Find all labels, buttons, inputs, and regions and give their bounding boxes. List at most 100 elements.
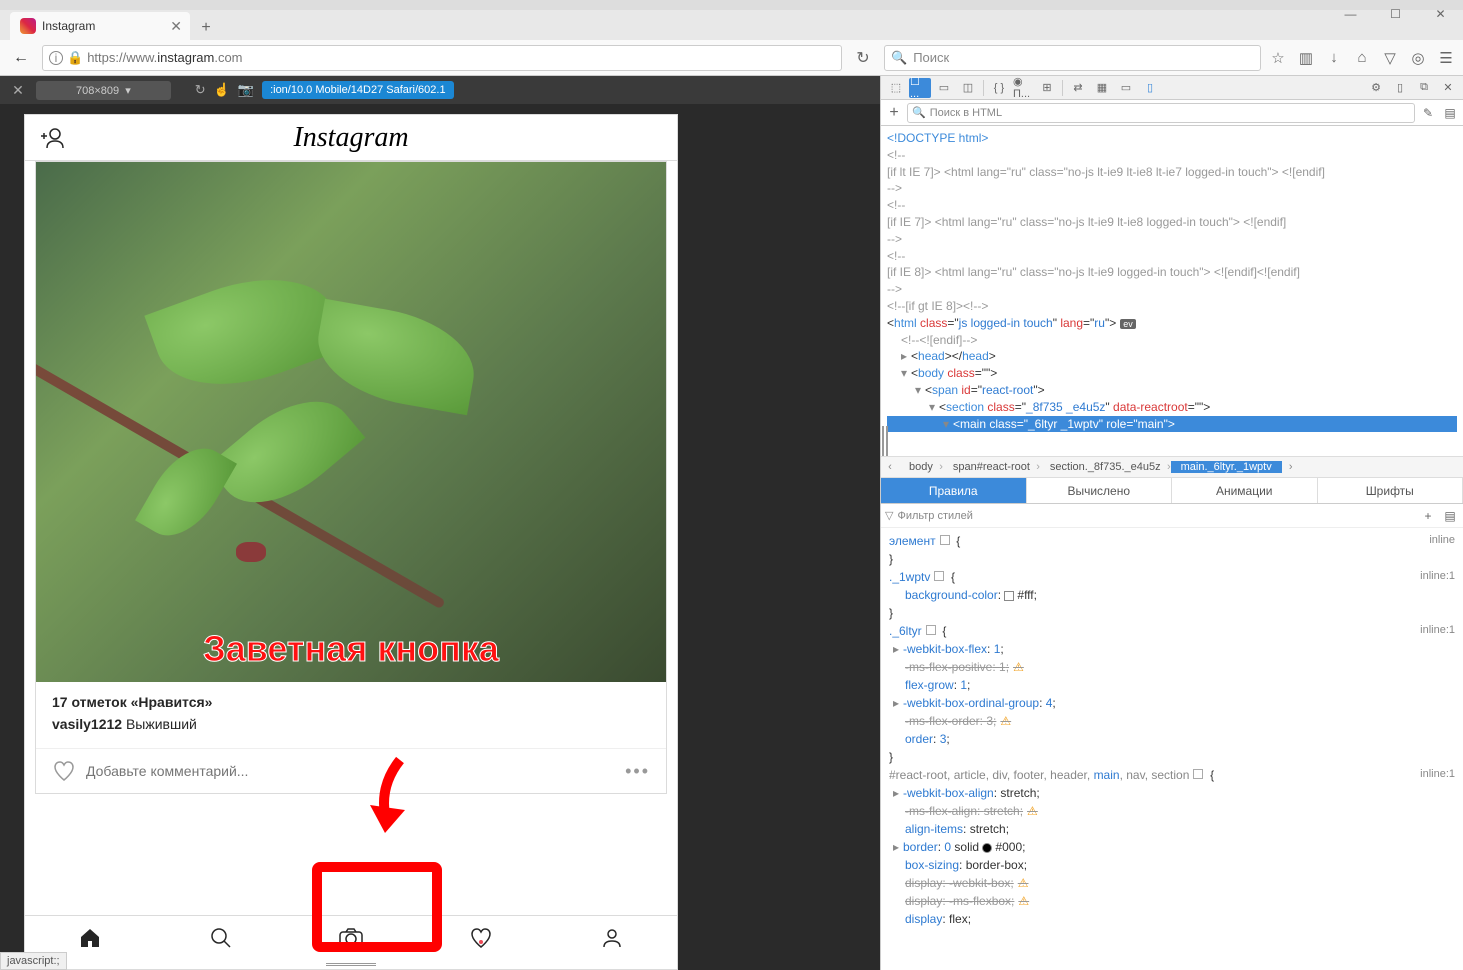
breadcrumb-prev-icon[interactable]: ‹	[881, 461, 899, 473]
breadcrumb-next-icon[interactable]: ›	[1282, 461, 1300, 473]
tab-bar: Instagram ✕ +	[0, 10, 1463, 40]
inspector-pick-icon[interactable]: ⬚	[885, 78, 907, 98]
post-image[interactable]: Заветная кнопка	[36, 162, 666, 682]
close-tab-icon[interactable]: ✕	[170, 18, 182, 35]
html-search-input[interactable]: 🔍 Поиск в HTML	[907, 103, 1415, 123]
nav-activity-icon[interactable]	[467, 924, 495, 952]
instagram-favicon-icon	[20, 18, 36, 34]
breadcrumb-item[interactable]: body	[899, 461, 943, 473]
url-bar: ← i 🔒 https://www.instagram.com ↻ 🔍 Поис…	[0, 40, 1463, 76]
rdm-close-button[interactable]: ✕	[8, 82, 28, 99]
rotate-icon[interactable]: ↻	[195, 82, 206, 98]
minimize-button[interactable]: —	[1328, 0, 1373, 28]
pocket-icon[interactable]: ▽	[1381, 49, 1399, 67]
search-icon: 🔍	[891, 50, 907, 66]
touch-icon[interactable]: ☝	[214, 82, 230, 98]
dock-popout-icon[interactable]: ⧉	[1413, 78, 1435, 98]
back-button[interactable]: ←	[8, 45, 34, 71]
nav-camera-icon[interactable]	[337, 924, 365, 952]
nav-search-icon[interactable]	[207, 924, 235, 952]
nav-home-icon[interactable]	[76, 924, 104, 952]
search-icon: 🔍	[912, 106, 926, 119]
breadcrumb-item[interactable]: section._8f735._e4u5z	[1040, 461, 1171, 473]
info-icon[interactable]: i	[49, 51, 63, 65]
instagram-feed[interactable]: Заветная кнопка 17 отметок «Нравится» va…	[25, 161, 677, 915]
console-tab-icon[interactable]: ▭	[933, 78, 955, 98]
status-bar: javascript:;	[0, 952, 67, 970]
devtools-close-icon[interactable]: ✕	[1437, 78, 1459, 98]
toggle-classes-icon[interactable]: ▤	[1441, 507, 1459, 525]
performance-icon[interactable]: ◉ П...	[1012, 78, 1034, 98]
annotation-label: Заветная кнопка	[203, 628, 499, 670]
instagram-header: Instagram	[25, 115, 677, 161]
subtab-fonts[interactable]: Шрифты	[1318, 478, 1463, 503]
dock-side-icon[interactable]: ▯	[1389, 78, 1411, 98]
style-editor-icon[interactable]: { }	[988, 78, 1010, 98]
url-text: https://www.instagram.com	[87, 50, 242, 65]
rdm-toolbar: ✕ 708×809 ▾ ↻ ☝ 📷 :ion/10.0 Mobile/14D27…	[0, 76, 880, 104]
maximize-button[interactable]: ☐	[1373, 0, 1418, 28]
devtools-search-row: + 🔍 Поиск в HTML ✎ ▤	[881, 100, 1463, 126]
accessibility-icon[interactable]: ▭	[1115, 78, 1137, 98]
close-window-button[interactable]: ✕	[1418, 0, 1463, 28]
settings-gear-icon[interactable]: ⚙	[1365, 78, 1387, 98]
devtools-toolbar: ⬚ ☐ ... ▭ ◫ { } ◉ П... ⊞ ⇄ ▦ ▭ ▯ ⚙ ▯ ⧉ ✕	[881, 76, 1463, 100]
user-agent-field[interactable]: :ion/10.0 Mobile/14D27 Safari/602.1	[262, 81, 454, 99]
subtab-computed[interactable]: Вычислено	[1027, 478, 1173, 503]
eyedropper-icon[interactable]: ▤	[1441, 104, 1459, 122]
post-caption: vasily1212 Выживший	[52, 716, 650, 732]
breadcrumb-item[interactable]: span#react-root	[943, 461, 1040, 473]
memory-icon[interactable]: ⊞	[1036, 78, 1058, 98]
devtools-pane: ⬚ ☐ ... ▭ ◫ { } ◉ П... ⊞ ⇄ ▦ ▭ ▯ ⚙ ▯ ⧉ ✕…	[880, 76, 1463, 970]
inspector-tab-icon[interactable]: ☐ ...	[909, 78, 931, 98]
html-tree[interactable]: <!DOCTYPE html> <!-- [if lt IE 7]> <html…	[881, 126, 1463, 456]
viewport-size-selector[interactable]: 708×809 ▾	[36, 81, 171, 100]
add-rule-button[interactable]: +	[1419, 507, 1437, 525]
nav-profile-icon[interactable]	[598, 924, 626, 952]
storage-icon[interactable]: ▦	[1091, 78, 1113, 98]
add-user-icon[interactable]	[39, 127, 65, 149]
styles-filter-input[interactable]: ▽ Фильтр стилей	[885, 509, 1415, 522]
like-heart-icon[interactable]	[52, 759, 76, 783]
menu-icon[interactable]: ☰	[1437, 49, 1455, 67]
selected-node[interactable]: ▾<main class="_6ltyr _1wptv" role="main"…	[887, 416, 1457, 433]
downloads-icon[interactable]: ↓	[1325, 49, 1343, 67]
likes-count[interactable]: 17 отметок «Нравится»	[52, 694, 650, 710]
breadcrumb-item-selected[interactable]: main._6ltyr._1wptv	[1171, 461, 1282, 473]
responsive-toggle-icon[interactable]: ▯	[1139, 78, 1161, 98]
mobile-viewport: Instagram Заветная кнопка	[24, 114, 678, 970]
styles-panel[interactable]: элемент {inline } ._1wptv {inline:1 back…	[881, 528, 1463, 970]
feed-post: Заветная кнопка 17 отметок «Нравится» va…	[35, 161, 667, 794]
more-options-icon[interactable]: •••	[625, 761, 650, 782]
edit-html-icon[interactable]: ✎	[1419, 104, 1437, 122]
subtab-rules[interactable]: Правила	[881, 478, 1027, 503]
responsive-design-pane: ✕ 708×809 ▾ ↻ ☝ 📷 :ion/10.0 Mobile/14D27…	[0, 76, 880, 970]
search-field[interactable]: 🔍 Поиск	[884, 45, 1261, 71]
network-icon[interactable]: ⇄	[1067, 78, 1089, 98]
new-tab-button[interactable]: +	[194, 16, 218, 40]
styles-filter-row: ▽ Фильтр стилей + ▤	[881, 504, 1463, 528]
search-placeholder: Поиск	[913, 50, 949, 65]
home-icon[interactable]: ⌂	[1353, 49, 1371, 67]
filter-icon: ▽	[885, 509, 893, 522]
add-element-button[interactable]: +	[885, 104, 903, 122]
tab-title: Instagram	[42, 19, 95, 33]
debugger-tab-icon[interactable]: ◫	[957, 78, 979, 98]
toolbar-icons: ☆ ▥ ↓ ⌂ ▽ ◎ ☰	[1269, 49, 1455, 67]
url-field[interactable]: i 🔒 https://www.instagram.com	[42, 45, 842, 71]
target-icon[interactable]: ◎	[1409, 49, 1427, 67]
screenshot-icon[interactable]: 📷	[238, 82, 254, 98]
instagram-logo[interactable]: Instagram	[293, 122, 408, 154]
browser-tab[interactable]: Instagram ✕	[10, 12, 190, 40]
comment-input[interactable]	[86, 763, 615, 779]
reload-button[interactable]: ↻	[850, 45, 876, 71]
styles-subtabs: Правила Вычислено Анимации Шрифты	[881, 478, 1463, 504]
bottom-nav	[25, 915, 677, 959]
comment-row: •••	[36, 748, 666, 793]
library-icon[interactable]: ▥	[1297, 49, 1315, 67]
post-username[interactable]: vasily1212	[52, 716, 122, 732]
lock-icon: 🔒	[67, 50, 83, 66]
subtab-animations[interactable]: Анимации	[1172, 478, 1318, 503]
breadcrumb: ‹ body span#react-root section._8f735._e…	[881, 456, 1463, 478]
bookmark-star-icon[interactable]: ☆	[1269, 49, 1287, 67]
